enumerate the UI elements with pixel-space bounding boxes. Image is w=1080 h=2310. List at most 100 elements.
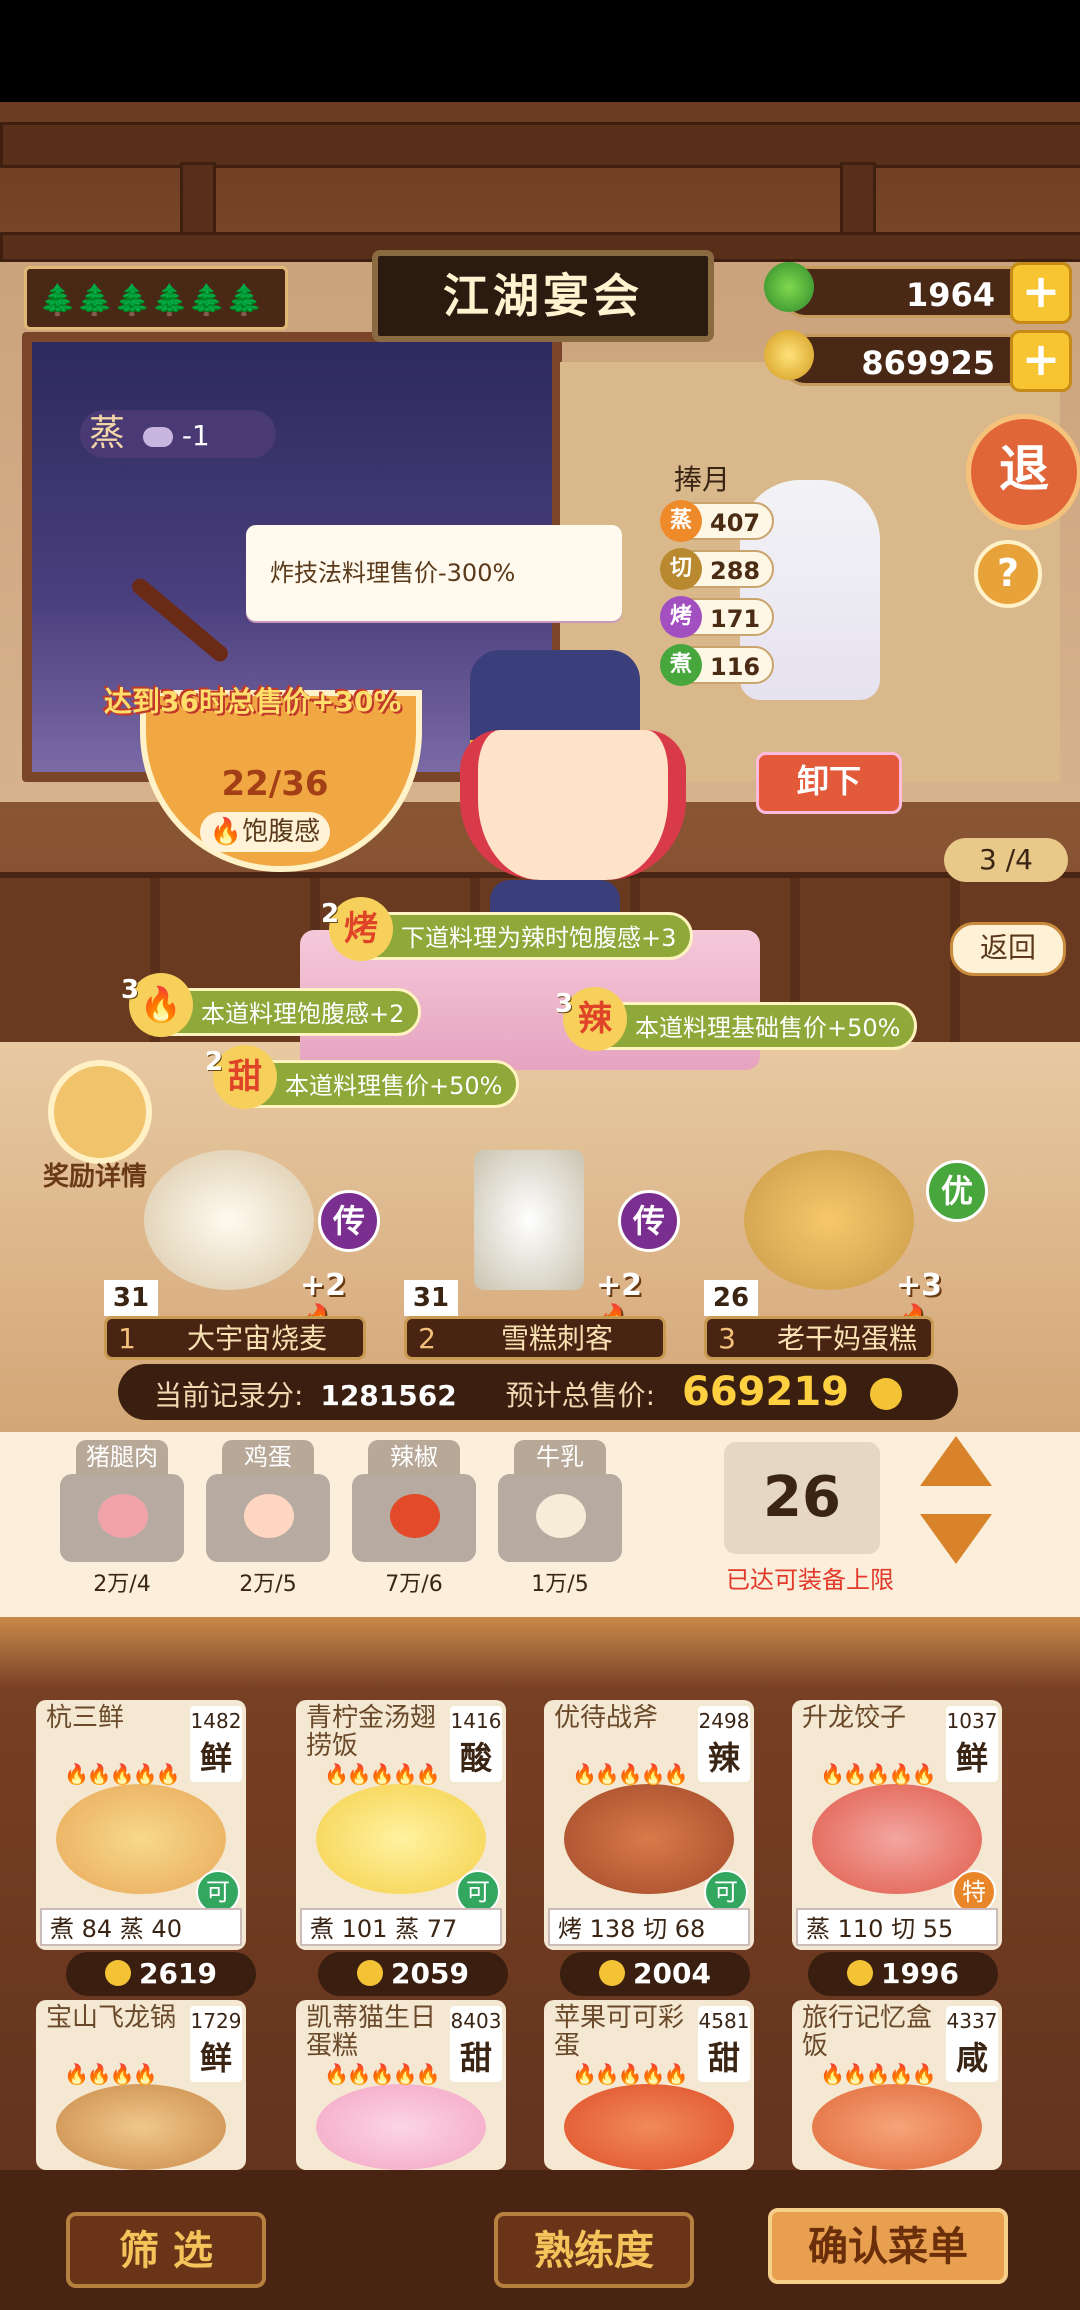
pork-leg-icon [98,1494,148,1538]
price-tag: 1482 鲜 [190,1706,242,1782]
dish-card[interactable]: 宝山飞龙锅 1729 鲜 🔥🔥🔥🔥 [36,2000,246,2170]
coin-icon [847,1960,874,1986]
grade-badge: 传 [618,1190,680,1252]
dish-image [144,1150,314,1290]
bonus-value: +2 [300,1268,347,1303]
dish-image [564,2084,734,2170]
ingredient-count: 1万/5 [531,1572,589,1597]
dish-card[interactable]: 凯蒂猫生日蛋糕 8403 甜 🔥🔥🔥🔥🔥 [296,2000,506,2170]
ingredient-count: 2万/4 [93,1572,151,1597]
star-flames: 🔥🔥🔥🔥🔥 [572,1762,689,1786]
milk-icon [536,1494,586,1538]
buff-bubble: 🔥 3 本道料理饱腹感+2 [121,973,422,1037]
exit-button[interactable]: 退 [966,414,1080,530]
gold-value: 2059 [391,1957,469,1990]
flavor: 鲜 [199,1739,232,1777]
dish-name: 大宇宙烧麦 [187,1322,328,1355]
coin-icon [869,1378,902,1410]
steam-modifier-tag: 蒸 -1 [80,410,276,458]
add-jade-button[interactable]: + [1010,262,1072,324]
dish-name-bar: 2 雪糕刺客 [404,1316,666,1360]
filter-button[interactable]: 筛 选 [66,2212,266,2288]
served-dish-2[interactable]: 传 31 +2🔥 2雪糕刺客 [404,1150,680,1360]
back-button[interactable]: 返回 [950,922,1066,976]
gold-value: 2004 [633,1957,711,1990]
chili-icon [390,1494,440,1538]
star-flames: 🔥🔥🔥🔥🔥 [64,1762,181,1786]
mastery-button[interactable]: 熟练度 [494,2212,694,2288]
ingredient-count: 7万/6 [385,1572,443,1597]
dish-image [474,1150,584,1290]
star-flames: 🔥🔥🔥🔥🔥 [820,1762,937,1786]
chef-stat-roast: 烤 171 [660,596,774,638]
dish-card[interactable]: 苹果可可彩蛋 4581 甜 🔥🔥🔥🔥🔥 [544,2000,754,2170]
stat-value: 116 [710,653,761,681]
price-tag: 4337 咸 [946,2006,998,2082]
dish-level: 26 [704,1280,758,1316]
equip-limit-text: 已达可装备上限 [726,1566,894,1594]
confirm-menu-button[interactable]: 确认菜单 [768,2208,1008,2284]
price-tag: 4581 甜 [698,2006,750,2082]
buff-bubble: 辣 3 本道料理基础售价+50% [555,987,918,1051]
equip-count: 26 [724,1442,880,1554]
price-tag: 8403 甜 [450,2006,502,2082]
chef-stat-cut: 切 288 [660,548,774,590]
base-price: 8403 [450,2009,502,2033]
base-price: 1729 [190,2009,242,2033]
dish-card[interactable]: 青柠金汤翅捞饭 1416 酸 🔥🔥🔥🔥🔥 可 煮 101 蒸 77 [296,1700,506,1950]
effect-tooltip: 炸技法料理售价-300% [246,525,622,621]
dish-name: 雪糕刺客 [501,1322,614,1355]
base-price: 4337 [946,2009,998,2033]
slot-number: 2 [418,1322,436,1355]
skill-requirements: 煮 84 蒸 40 [40,1908,242,1946]
roast-skill-icon: 烤 [660,596,702,638]
base-price: 1482 [190,1709,242,1733]
ingredient-item[interactable]: 辣椒 7万/6 [352,1440,476,1600]
dish-gold: 2059 [318,1952,508,1996]
price-tag: 2498 辣 [698,1706,750,1782]
price-tag: 1729 鲜 [190,2006,242,2082]
served-dish-1[interactable]: 传 31 +2🔥 1大宇宙烧麦 [104,1150,380,1360]
dish-name: 青柠金汤翅捞饭 [306,1703,437,1761]
add-coins-button[interactable]: + [1010,330,1072,392]
skill-requirements: 烤 138 切 68 [548,1908,750,1946]
dish-card[interactable]: 优待战斧 2498 辣 🔥🔥🔥🔥🔥 可 烤 138 切 68 [544,1700,754,1950]
satiety-label-text: 饱腹感 [242,817,321,847]
coin-value: 869925 [861,344,995,382]
coin-icon [357,1960,384,1986]
ingredient-name: 猪腿肉 [76,1440,168,1474]
ingredient-item[interactable]: 猪腿肉 2万/4 [60,1440,184,1600]
ingredient-name: 辣椒 [368,1440,460,1474]
buff-bubble: 甜 2 本道料理售价+50% [205,1045,520,1109]
flavor: 酸 [459,1739,492,1777]
cut-skill-icon: 切 [660,548,702,590]
egg-icon [244,1494,294,1538]
dish-level: 31 [104,1280,158,1316]
buff-level: 2 [205,1047,224,1077]
help-button[interactable]: ? [974,540,1042,608]
dish-card[interactable]: 升龙饺子 1037 鲜 🔥🔥🔥🔥🔥 特 蒸 110 切 55 [792,1700,1002,1950]
buff-bubble: 烤 2 下道料理为辣时饱腹感+3 [321,897,694,961]
steam-skill-icon: 蒸 [660,500,702,542]
dish-name: 杭三鲜 [46,1703,125,1733]
unload-chef-button[interactable]: 卸下 [756,752,902,814]
flavor: 甜 [707,2039,740,2077]
dish-card[interactable]: 杭三鲜 1482 鲜 🔥🔥🔥🔥🔥 可 煮 84 蒸 40 [36,1700,246,1950]
satiety-goal: 达到36时总售价+30% [104,685,402,718]
coin-icon [599,1960,626,1986]
served-dish-3[interactable]: 优 26 +3🔥 3老干妈蛋糕 [704,1150,988,1360]
coin-icon [764,330,814,380]
flavor: 甜 [459,2039,492,2077]
ingredient-item[interactable]: 鸡蛋 2万/5 [206,1440,330,1600]
grade-badge: 传 [318,1190,380,1252]
star-flames: 🔥🔥🔥🔥🔥 [572,2062,689,2086]
price-tag: 1416 酸 [450,1706,502,1782]
ingredient-name: 牛乳 [514,1440,606,1474]
buff-text: 本道料理饱腹感+2 [201,1000,405,1028]
dish-name: 苹果可可彩蛋 [554,2003,685,2061]
dish-card[interactable]: 旅行记忆盒饭 4337 咸 🔥🔥🔥🔥🔥 [792,2000,1002,2170]
ingredient-item[interactable]: 牛乳 1万/5 [498,1440,622,1600]
stat-value: 288 [710,557,761,585]
dish-name: 宝山飞龙锅 [46,2003,177,2033]
chef-stat-steam: 蒸 407 [660,500,774,542]
